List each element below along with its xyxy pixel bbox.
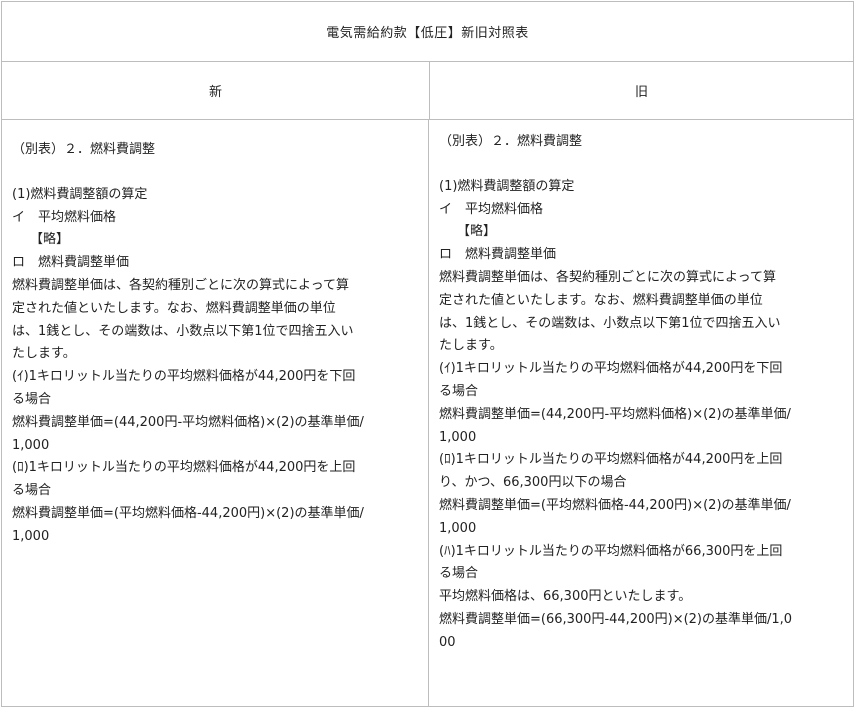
text-line: (1)燃料費調整額の算定 [439, 178, 575, 194]
text-line: 燃料費調整単価は、各契約種別ごとに次の算式によって算 [12, 277, 349, 293]
text-line: 定された値といたします。なお、燃料費調整単価の単位 [439, 292, 763, 308]
text-line: 燃料費調整単価=(44,200円-平均燃料価格)×(2)の基準単価/ [12, 414, 364, 430]
table-title: 電気需給約款【低圧】新旧対照表 [2, 2, 853, 62]
text-line: 1,000 [439, 429, 477, 445]
text-line: (ｲ)1キロリットル当たりの平均燃料価格が44,200円を下回 [439, 361, 783, 377]
column-header-new: 新 [2, 62, 430, 119]
text-line: る場合 [12, 391, 52, 407]
text-line: イ 平均燃料価格 [12, 209, 117, 225]
text-line: 【略】 [30, 232, 70, 248]
text-line: 燃料費調整単価=(平均燃料価格-44,200円)×(2)の基準単価/ [439, 497, 791, 513]
text-line: 定された値といたします。なお、燃料費調整単価の単位 [12, 300, 336, 316]
text-line: る場合 [439, 566, 479, 582]
text-line: 1,000 [12, 528, 50, 544]
text-line: (ｲ)1キロリットル当たりの平均燃料価格が44,200円を下回 [12, 369, 356, 385]
text-line: 00 [439, 634, 456, 650]
new-text-cell: （別表）２．燃料費調整 (1)燃料費調整額の算定 イ 平均燃料価格 【略】 ロ … [2, 120, 429, 706]
text-line: 燃料費調整単価は、各契約種別ごとに次の算式によって算 [439, 269, 776, 285]
text-line: (1)燃料費調整額の算定 [12, 186, 148, 202]
text-line: 【略】 [457, 224, 497, 240]
text-line: 平均燃料価格は、66,300円といたします。 [439, 589, 692, 605]
table-body-row: （別表）２．燃料費調整 (1)燃料費調整額の算定 イ 平均燃料価格 【略】 ロ … [2, 120, 853, 706]
section-heading: （別表）２．燃料費調整 [439, 134, 583, 149]
text-line: たします。 [439, 338, 503, 354]
text-line: は、1銭とし、その端数は、小数点以下第1位で四捨五入い [12, 323, 354, 339]
text-line: 1,000 [439, 520, 477, 536]
text-line: る場合 [12, 483, 52, 499]
text-line: (ﾛ)1キロリットル当たりの平均燃料価格が44,200円を上回 [439, 452, 783, 468]
text-line: ロ 燃料費調整単価 [12, 255, 130, 271]
old-text-cell: （別表）２．燃料費調整 (1)燃料費調整額の算定 イ 平均燃料価格 【略】 ロ … [430, 120, 853, 706]
text-line: イ 平均燃料価格 [439, 201, 544, 217]
text-line: (ﾊ)1キロリットル当たりの平均燃料価格が66,300円を上回 [439, 543, 783, 559]
text-line: は、1銭とし、その端数は、小数点以下第1位で四捨五入い [439, 315, 781, 331]
text-line: 燃料費調整単価=(44,200円-平均燃料価格)×(2)の基準単価/ [439, 406, 791, 422]
text-line: (ﾛ)1キロリットル当たりの平均燃料価格が44,200円を上回 [12, 460, 356, 476]
text-line: 燃料費調整単価=(66,300円-44,200円)×(2)の基準単価/1,0 [439, 611, 793, 627]
comparison-table: 電気需給約款【低圧】新旧対照表 新 旧 （別表）２．燃料費調整 (1)燃料費調整… [1, 1, 854, 707]
column-header-old: 旧 [634, 85, 648, 100]
section-heading: （別表）２．燃料費調整 [12, 142, 156, 157]
text-line: 燃料費調整単価=(平均燃料価格-44,200円)×(2)の基準単価/ [12, 505, 364, 521]
text-line: 1,000 [12, 437, 50, 453]
text-line: たします。 [12, 346, 76, 362]
column-header-row: 新 旧 [2, 62, 853, 120]
text-line: り、かつ、66,300円以下の場合 [439, 475, 627, 491]
text-line: る場合 [439, 383, 479, 399]
text-line: ロ 燃料費調整単価 [439, 247, 557, 263]
